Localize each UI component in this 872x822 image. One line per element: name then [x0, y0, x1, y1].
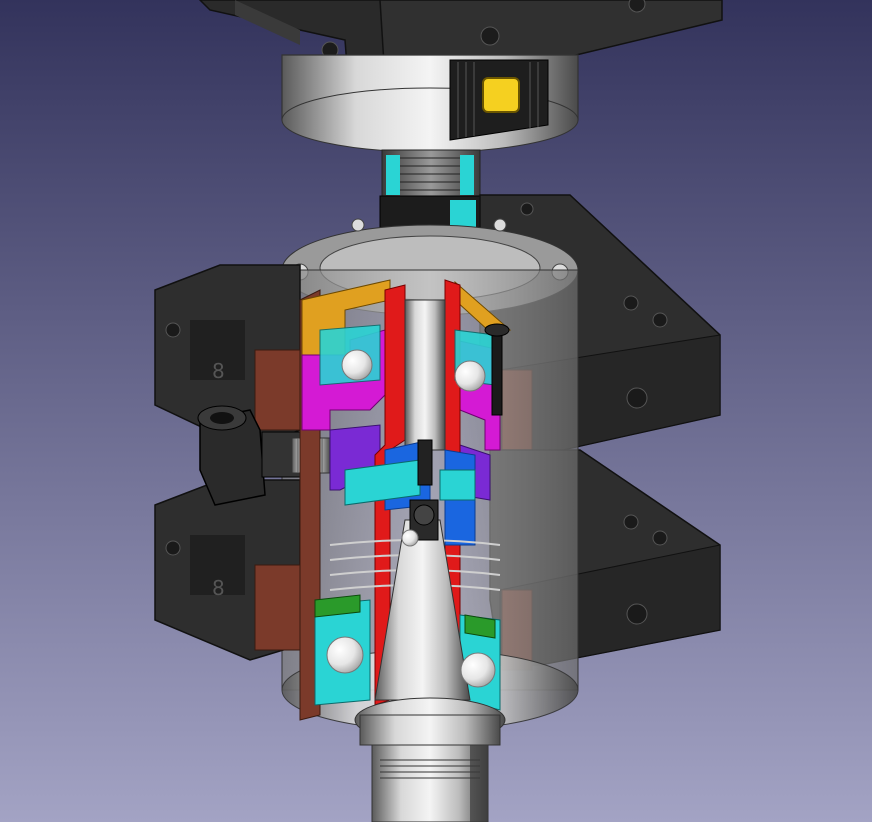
cap-screw: [491, 329, 503, 416]
engraving-mark: 8: [212, 576, 225, 600]
mount-hole-icon: [623, 514, 639, 530]
mount-hole-icon: [652, 530, 668, 546]
cap-screw-head: [484, 323, 510, 337]
brown-pad: [254, 564, 306, 651]
3d-viewport[interactable]: 8 8: [0, 0, 872, 822]
bearing-ball-icon: [326, 636, 364, 674]
bearing-ball-icon: [401, 529, 419, 547]
mount-hole-icon: [165, 322, 181, 338]
bearing-ball-icon: [341, 349, 373, 381]
tool-shank[interactable]: [354, 697, 506, 822]
mount-hole-icon: [623, 295, 639, 311]
central-shaft: [404, 299, 446, 451]
housing-bolt-icon: [351, 218, 365, 232]
cad-scene[interactable]: 8 8: [0, 0, 872, 822]
pull-stud-head: [413, 504, 435, 526]
mount-hole-icon: [626, 387, 648, 409]
mount-hole-icon: [652, 312, 668, 328]
brown-pad: [254, 349, 306, 431]
mount-hole-icon: [520, 202, 534, 216]
bolt: [417, 439, 433, 486]
bracket-hole-icon: [480, 26, 500, 46]
mount-hole-icon: [165, 540, 181, 556]
engraving-mark: 8: [212, 359, 225, 383]
cyan-clamp-right[interactable]: [439, 469, 476, 501]
mount-hole-icon: [626, 603, 648, 625]
shaft-cyan-section: [460, 155, 474, 195]
shaft-cyan-section: [386, 155, 400, 195]
housing-bolt-icon: [493, 218, 507, 232]
bearing-ball-icon: [460, 652, 496, 688]
bracket-hole-icon: [628, 0, 646, 13]
status-button-icon[interactable]: [482, 77, 520, 113]
bearing-ball-icon: [454, 360, 486, 392]
